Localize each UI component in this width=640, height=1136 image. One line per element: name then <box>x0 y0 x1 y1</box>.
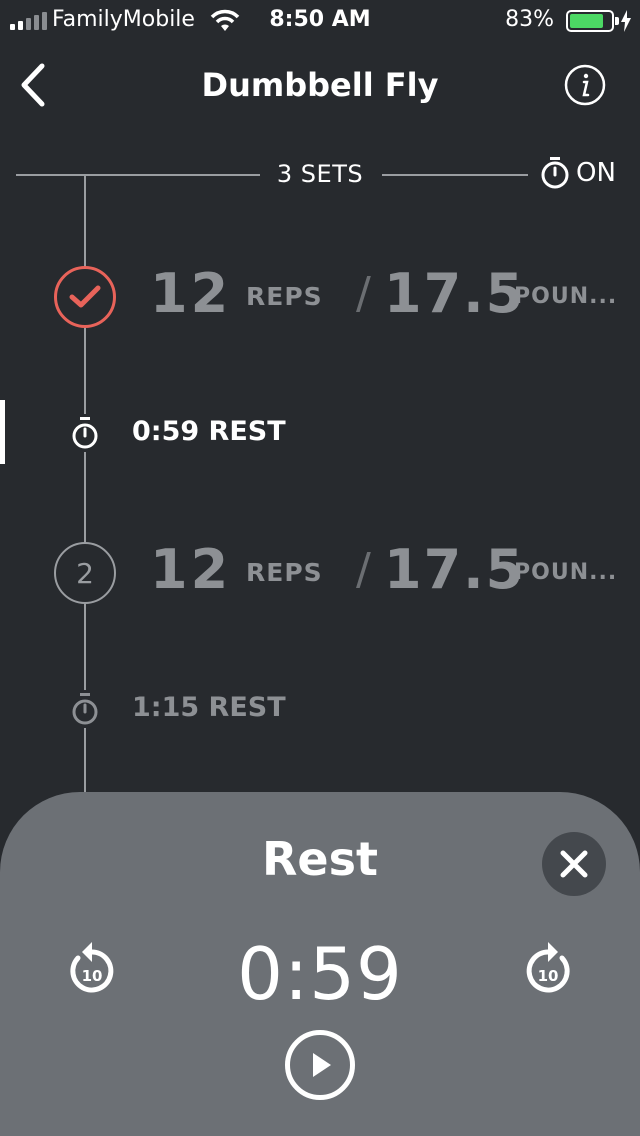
set-weight-value[interactable]: 17.5 <box>384 538 525 601</box>
set-weight-unit: POUN... <box>514 284 618 309</box>
close-icon <box>560 850 588 878</box>
close-button[interactable] <box>542 832 606 896</box>
stopwatch-icon <box>541 157 569 189</box>
info-button[interactable] <box>564 64 606 106</box>
battery-tip <box>615 17 619 25</box>
rest-timer-panel: Rest 10 0:59 10 <box>0 792 640 1136</box>
play-icon <box>313 1053 331 1077</box>
nav-bar: Dumbbell Fly <box>0 50 640 120</box>
set-complete-marker[interactable] <box>54 266 116 328</box>
rest-row-1[interactable]: 0:59 REST <box>0 408 640 458</box>
rest-duration-label: 0:59 REST <box>132 416 286 447</box>
sets-count-label: 3 SETS <box>276 160 364 188</box>
set-row-1[interactable]: 12 REPS / 17.5 POUN... <box>0 256 640 336</box>
battery-icon <box>566 10 614 32</box>
battery-percent: 83% <box>505 7 554 32</box>
info-icon <box>564 64 606 106</box>
play-button[interactable] <box>285 1030 355 1100</box>
timer-toggle[interactable]: ON <box>540 156 616 190</box>
set-separator: / <box>356 544 371 595</box>
set-reps-value[interactable]: 12 <box>150 538 231 601</box>
set-weight-unit: POUN... <box>514 560 618 585</box>
set-reps-value[interactable]: 12 <box>150 262 231 325</box>
charging-bolt-icon <box>621 10 631 32</box>
set-separator: / <box>356 268 371 319</box>
set-reps-unit: REPS <box>246 558 323 587</box>
forward-seconds-label: 10 <box>538 967 559 985</box>
timer-toggle-label: ON <box>576 158 616 188</box>
set-weight-value[interactable]: 17.5 <box>384 262 525 325</box>
rest-row-2[interactable]: 1:15 REST <box>0 684 640 734</box>
stopwatch-icon <box>68 414 102 452</box>
sets-divider-right <box>382 174 528 176</box>
forward-10-button[interactable]: 10 <box>520 936 576 996</box>
set-number-marker[interactable]: 2 <box>54 542 116 604</box>
sets-divider-left <box>16 174 260 176</box>
set-reps-unit: REPS <box>246 282 323 311</box>
battery-level <box>570 14 604 28</box>
stopwatch-icon <box>68 690 102 728</box>
set-row-2[interactable]: 2 12 REPS / 17.5 POUN... <box>0 532 640 612</box>
forward-10-icon: 10 <box>526 942 570 993</box>
rest-duration-label: 1:15 REST <box>132 692 286 723</box>
checkmark-icon <box>69 285 101 308</box>
page-title: Dumbbell Fly <box>201 66 439 104</box>
status-bar: FamilyMobile 8:50 AM 83% <box>0 0 640 40</box>
